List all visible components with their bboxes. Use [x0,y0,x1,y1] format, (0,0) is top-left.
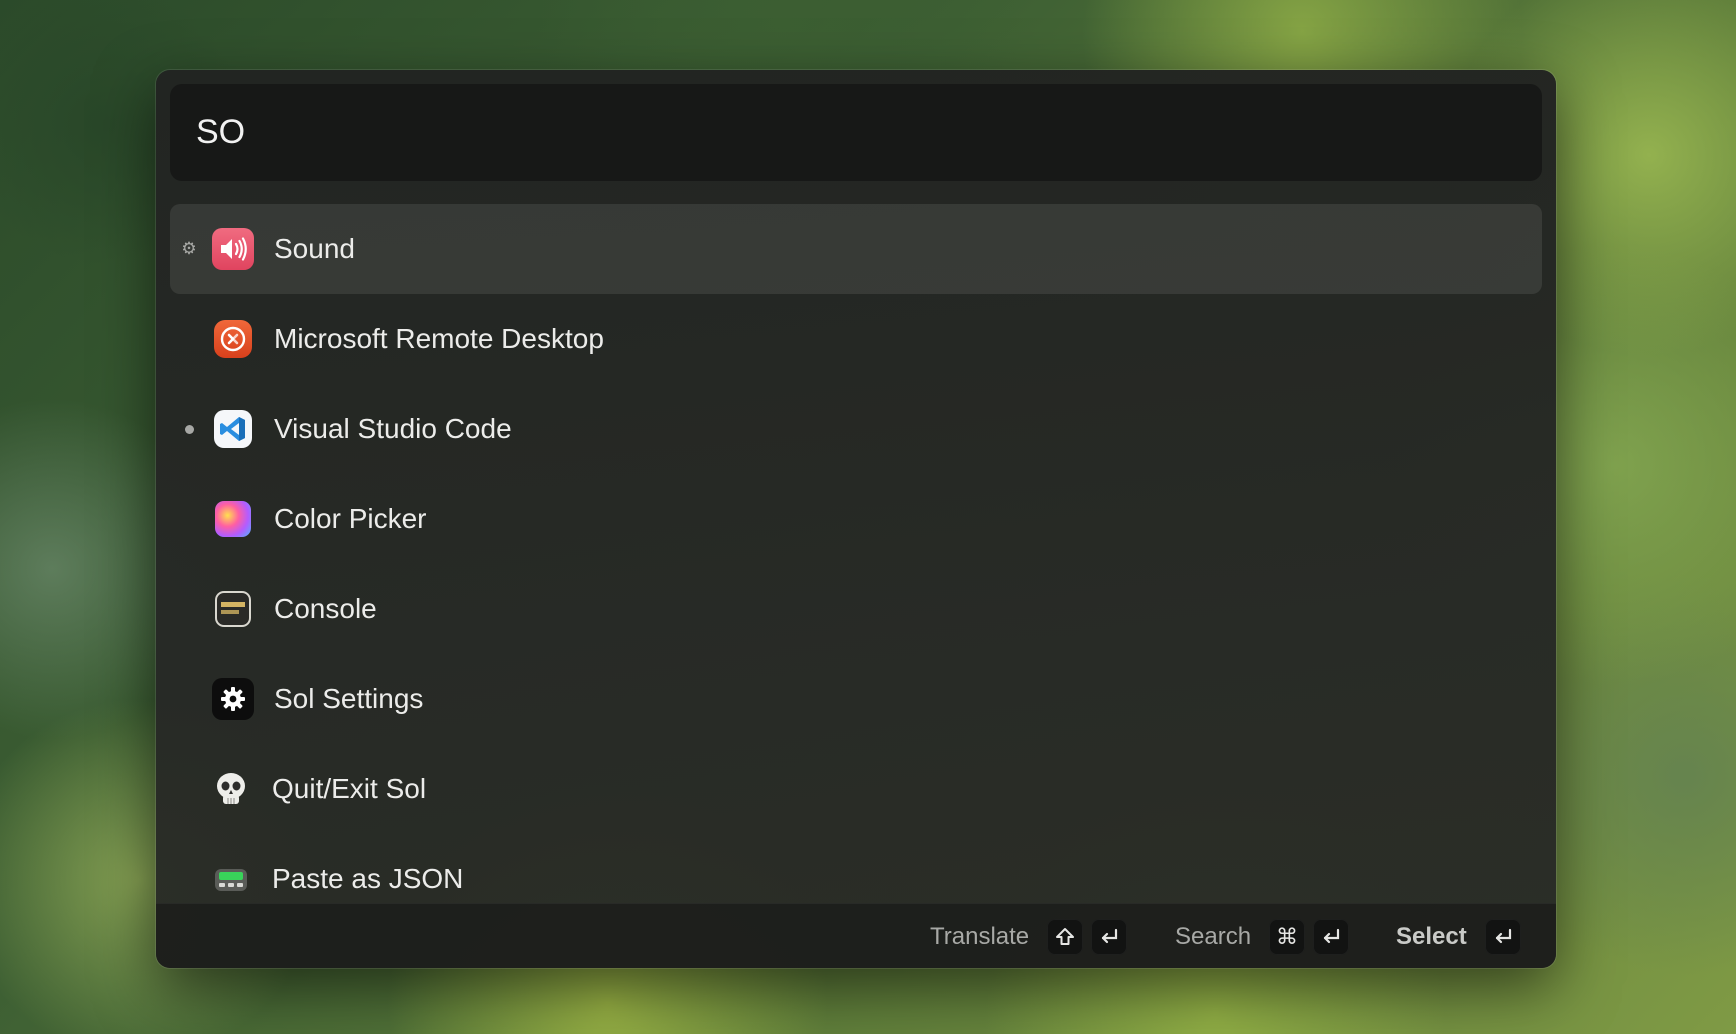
result-label: Quit/Exit Sol [272,773,427,804]
shift-key-icon [1047,919,1084,955]
result-label: Paste as JSON [272,863,464,894]
translate-action[interactable]: Translate [930,918,1135,956]
search-bar[interactable] [170,84,1542,181]
result-item-quit-exit-sol[interactable]: Quit/Exit Sol [170,744,1542,834]
search-input[interactable] [194,112,1498,153]
gear-icon: ⚙ [181,239,197,258]
select-action[interactable]: Select [1396,918,1529,956]
result-item-sound[interactable]: ⚙ Sound [170,204,1542,294]
console-icon [215,591,251,627]
result-item-visual-studio-code[interactable]: Visual Studio Code [170,384,1542,474]
search-label: Search [1175,923,1252,950]
settings-gear-icon [212,678,254,720]
result-label: Sol Settings [274,683,424,714]
vscode-icon [214,410,252,448]
select-label: Select [1396,923,1467,950]
remote-desktop-icon [214,320,252,358]
result-label: Color Picker [274,503,427,534]
launcher-window: ⚙ Sound Microsoft Remote Deskto [156,70,1556,968]
return-key-icon [1091,919,1128,955]
color-picker-icon [215,501,251,537]
result-label: Console [274,593,377,624]
result-label: Microsoft Remote Desktop [274,323,604,354]
search-action[interactable]: Search ⌘ [1175,918,1357,956]
return-key-icon [1484,919,1521,955]
results-list: ⚙ Sound Microsoft Remote Desktop Visual … [170,204,1542,924]
command-key-icon: ⌘ [1269,919,1306,955]
translate-label: Translate [930,923,1030,950]
footer-bar: Translate Search ⌘ Select [156,903,1556,968]
result-item-microsoft-remote-desktop[interactable]: Microsoft Remote Desktop [170,294,1542,384]
result-label: Sound [274,233,355,264]
skull-icon [210,768,252,810]
clipboard-json-icon [210,858,252,900]
result-item-sol-settings[interactable]: Sol Settings [170,654,1542,744]
result-item-color-picker[interactable]: Color Picker [170,474,1542,564]
result-label: Visual Studio Code [274,413,512,444]
sound-icon [212,228,254,270]
result-item-console[interactable]: Console [170,564,1542,654]
return-key-icon [1313,919,1350,955]
running-dot-icon [182,422,196,436]
